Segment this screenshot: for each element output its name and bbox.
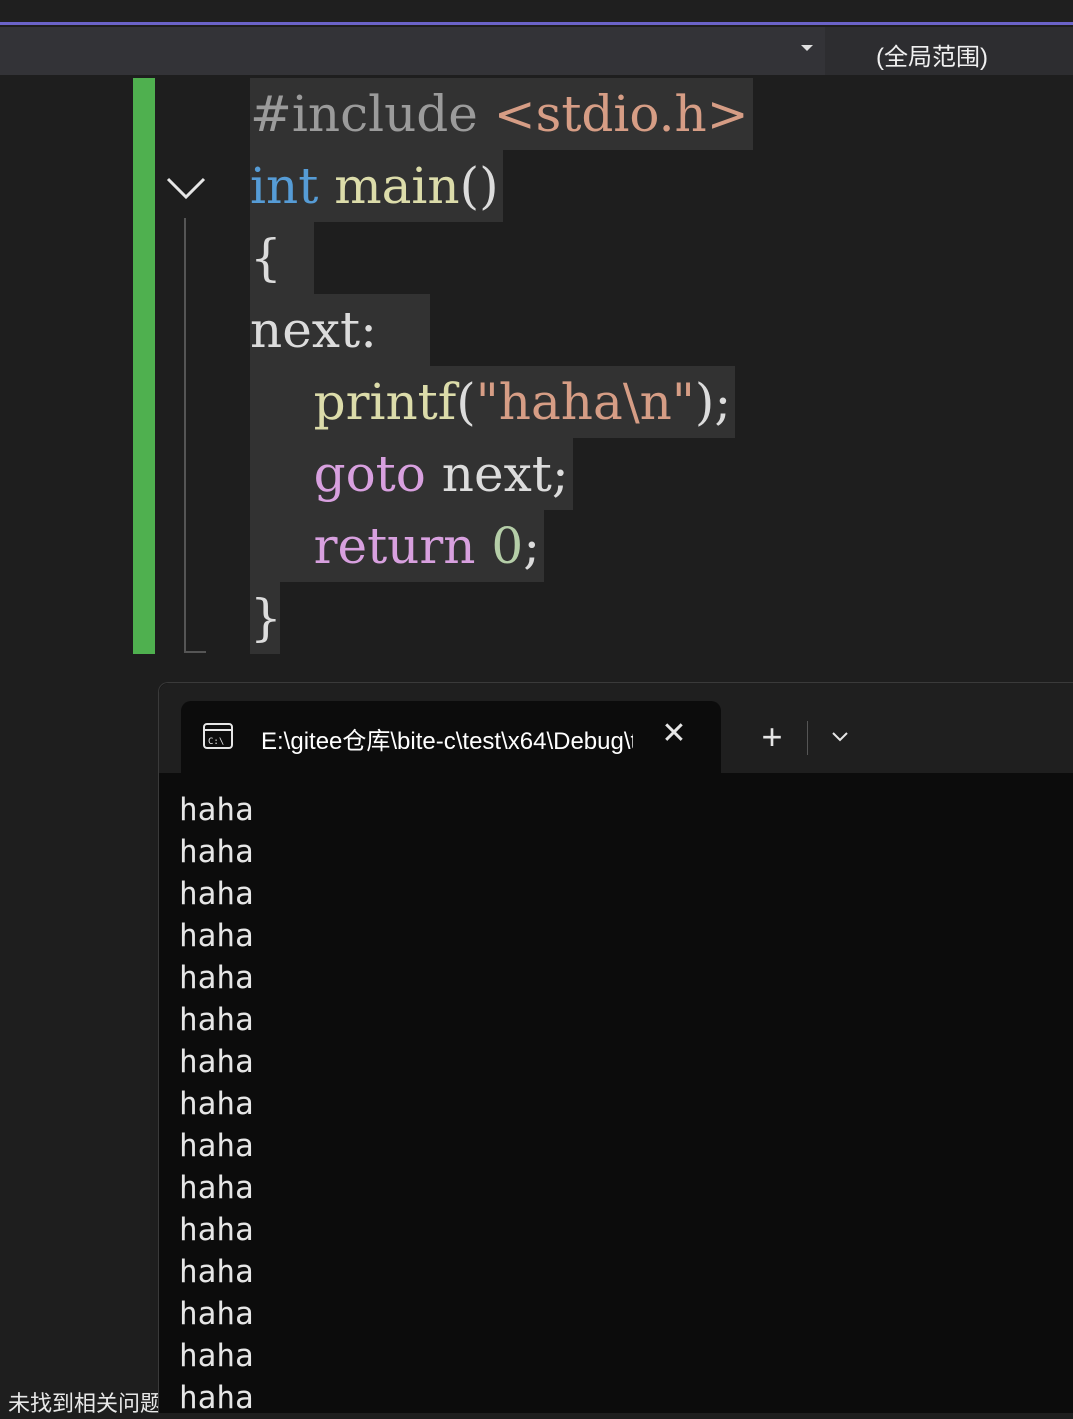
fold-line [184, 218, 186, 652]
dropdown-arrow-icon[interactable] [801, 45, 813, 51]
code-punctuation: ); [694, 373, 732, 431]
code-line-3: { [250, 222, 314, 294]
code-line-4: next: [250, 294, 430, 366]
string-literal: "haha\n" [475, 373, 695, 431]
code-line-6: goto next; [250, 438, 573, 510]
fold-line-end [184, 651, 206, 653]
terminal-tab-title: E:\gitee仓库\bite-c\test\x64\Debug\test.ex… [261, 728, 633, 755]
code-brace: { [250, 229, 282, 287]
scope-label[interactable]: (全局范围) [876, 37, 988, 72]
terminal-titlebar: C:\ E:\gitee仓库\bite-c\test\x64\Debug\tes… [159, 683, 1073, 773]
function-name: main [318, 157, 460, 215]
control-keyword: goto [250, 445, 426, 503]
terminal-output-line: haha [179, 960, 254, 996]
close-icon[interactable]: ✕ [659, 719, 689, 749]
terminal-tab[interactable]: C:\ E:\gitee仓库\bite-c\test\x64\Debug\tes… [181, 701, 721, 773]
terminal-output-line: haha [179, 1338, 254, 1374]
preprocessor-directive: #include [250, 85, 494, 143]
terminal-output-line: haha [179, 1086, 254, 1122]
number-literal: 0 [475, 517, 524, 575]
status-text: 未找到相关问题 [8, 1391, 158, 1416]
code-punctuation: ( [456, 373, 476, 431]
terminal-output-line: haha [179, 1296, 254, 1332]
terminal-window[interactable]: C:\ E:\gitee仓库\bite-c\test\x64\Debug\tes… [158, 682, 1073, 1416]
chevron-down-icon[interactable] [825, 721, 855, 751]
code-line-7: return 0; [250, 510, 545, 582]
terminal-output-line: haha [179, 1044, 254, 1080]
terminal-output-line: haha [179, 1212, 254, 1248]
plus-icon[interactable]: + [752, 717, 792, 757]
code-text: next; [425, 445, 569, 503]
code-line-2: int main() [250, 150, 503, 222]
code-editor[interactable]: #include <stdio.h> int main() { next: pr… [0, 78, 1073, 680]
type-keyword: int [250, 157, 319, 215]
code-line-8: } [250, 582, 282, 654]
terminal-output: haha haha haha haha haha haha haha haha haha haha… [179, 789, 254, 1419]
terminal-output-line: haha [179, 1254, 254, 1290]
terminal-output-line: haha [179, 792, 254, 828]
code-punctuation: ; [523, 517, 541, 575]
terminal-output-line: haha [179, 1170, 254, 1206]
left-panel [0, 680, 158, 1413]
control-keyword: return [250, 517, 476, 575]
change-indicator-bar [133, 78, 155, 654]
terminal-output-line: haha [179, 1002, 254, 1038]
terminal-output-line: haha [179, 918, 254, 954]
fold-chevron-icon[interactable] [166, 173, 206, 203]
title-accent-bar [0, 0, 1073, 25]
console-app-icon: C:\ [203, 723, 233, 749]
terminal-output-line: haha [179, 1128, 254, 1164]
code-line-5: printf("haha\n"); [250, 366, 736, 438]
terminal-output-line: haha [179, 834, 254, 870]
terminal-output-line: haha [179, 876, 254, 912]
code-punctuation: () [459, 157, 499, 215]
function-call: printf [250, 373, 457, 431]
code-line-1: #include <stdio.h> [250, 78, 753, 150]
svg-text:C:\: C:\ [208, 737, 224, 747]
code-label: next: [250, 301, 377, 359]
navigation-bar: (全局范围) [0, 27, 1073, 75]
file-scope-dropdown[interactable] [0, 27, 825, 75]
code-brace: } [250, 589, 282, 647]
include-header: <stdio.h> [493, 85, 749, 143]
tab-separator [807, 721, 808, 755]
